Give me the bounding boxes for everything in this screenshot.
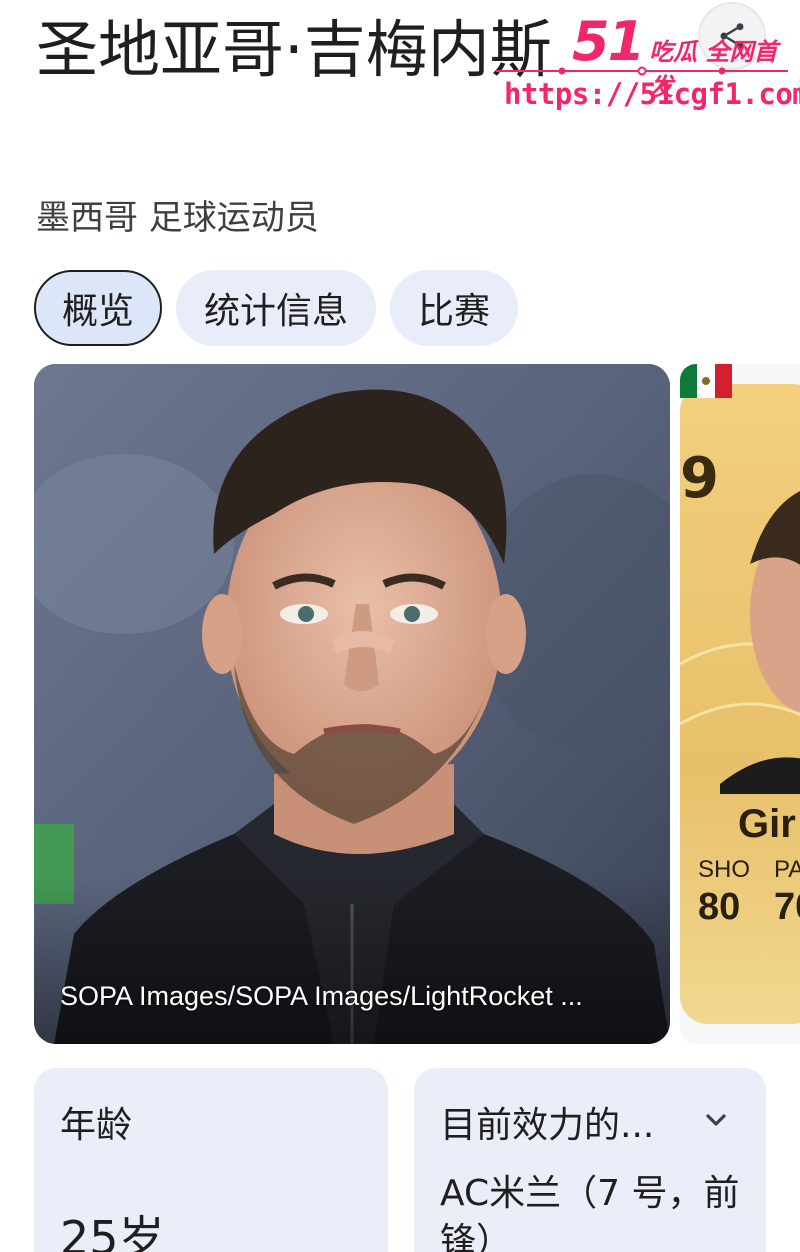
current-team-label: 目前效力的... [440,1105,655,1146]
fut-player-name: Gir [738,802,796,846]
watermark: 51 吃瓜 全网首发 https://51cgf1.com [492,10,800,120]
current-team-value: AC米兰（7 号，前锋） [440,1173,740,1252]
watermark-underline [496,66,788,76]
watermark-url: https://51cgf1.com [504,77,800,111]
fut-stat-value: 70 [774,886,800,928]
page-subtitle: 墨西哥 足球运动员 [36,198,319,238]
chevron-down-icon[interactable] [700,1104,732,1136]
photo-credit: SOPA Images/SOPA Images/LightRocket ... [60,981,583,1011]
player-photo[interactable]: SOPA Images/SOPA Images/LightRocket ... [34,364,670,1044]
fut-rating: 9 [680,446,719,511]
fut-stat-label: SHO [698,856,751,883]
age-label: 年龄 [60,1105,133,1146]
fut-stat-label: PA [774,856,800,883]
tab-bar: 概览 统计信息 比赛 [34,270,519,346]
fut-stat-value: 80 [698,886,741,928]
player-portrait-image [34,364,670,1044]
age-value: 25岁 [60,1211,165,1252]
mexico-flag-icon [680,364,732,398]
tab-overview[interactable]: 概览 [34,270,163,346]
fut-card-image[interactable]: 9 Gir SHO 80 PA 70 [680,364,800,1044]
age-card[interactable]: 年龄 25岁 [34,1068,388,1252]
tab-matches[interactable]: 比赛 [390,270,519,346]
current-team-card[interactable]: 目前效力的... AC米兰（7 号，前锋） [414,1068,766,1252]
page-title: 圣地亚哥·吉梅内斯 [36,13,552,86]
watermark-number: 51 [572,10,645,73]
knowledge-panel: 圣地亚哥·吉梅内斯 墨西哥 足球运动员 51 吃瓜 全网首发 https://5… [0,0,800,1252]
tab-stats[interactable]: 统计信息 [176,270,377,346]
